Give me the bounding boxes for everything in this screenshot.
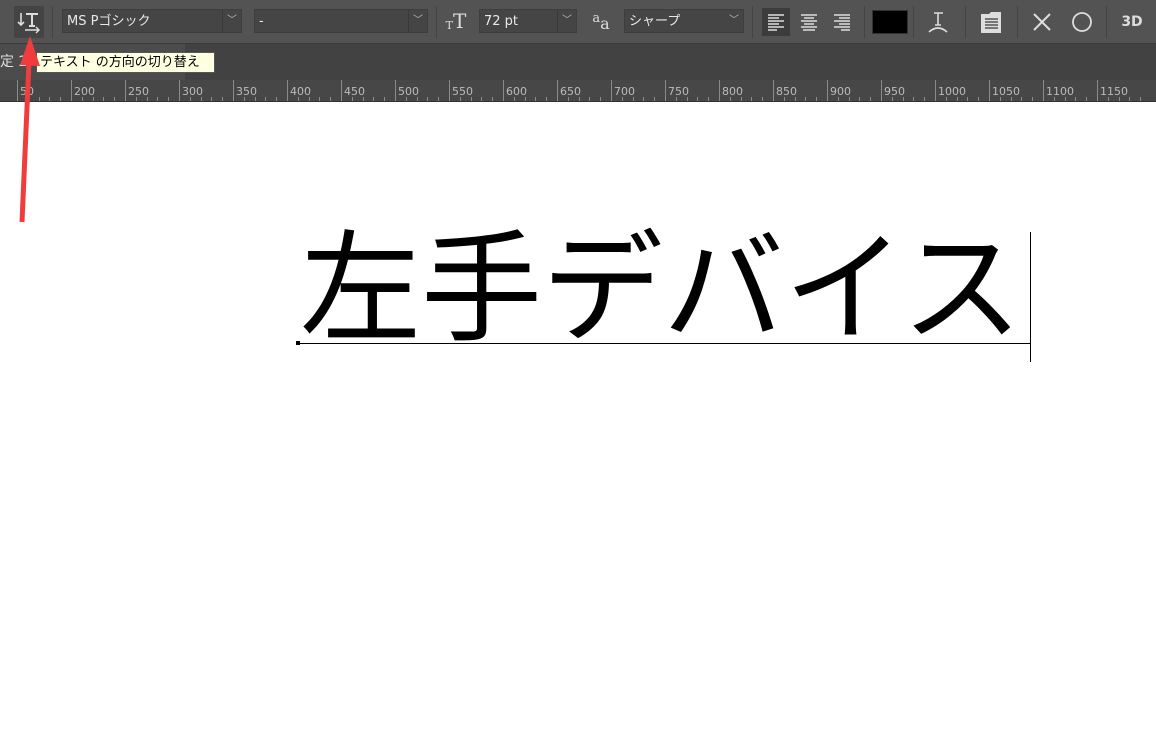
ruler-label: 1000 [938, 85, 966, 98]
ruler-tick [719, 80, 720, 101]
ruler-tick [1043, 80, 1044, 101]
chevron-down-icon: ﹀ [222, 10, 241, 32]
ruler-tick [233, 80, 234, 101]
text-cursor [1030, 232, 1031, 362]
ruler-tick [71, 80, 72, 101]
3d-button[interactable]: 3D [1118, 8, 1146, 36]
ruler-tick [665, 80, 666, 101]
antialias-value: シャープ [629, 14, 681, 29]
align-left-button[interactable] [762, 8, 790, 36]
antialias-select[interactable]: シャープ ﹀ [624, 9, 744, 33]
divider [1017, 6, 1018, 38]
font-family-select[interactable]: MS Pゴシック ﹀ [62, 9, 242, 33]
ruler-tick [341, 80, 342, 101]
ruler-label: 1150 [1100, 85, 1128, 98]
align-left-icon [768, 14, 784, 31]
align-center-icon [801, 14, 817, 31]
text-baseline [297, 343, 1030, 344]
canvas[interactable] [0, 101, 1156, 745]
3d-icon: 3D [1121, 14, 1143, 30]
ruler-tick [449, 80, 450, 101]
font-size-icon: TT [445, 9, 467, 33]
ruler-tick [1097, 80, 1098, 101]
ruler-tick [611, 80, 612, 101]
character-panel-button[interactable] [977, 8, 1005, 36]
divider [913, 6, 914, 38]
horizontal-ruler[interactable]: 50 200 250 300 350 400 450 500 550 600 650 700 750 80… [0, 80, 1156, 102]
antialias-icon: aa [592, 10, 610, 33]
ruler-tick [395, 80, 396, 101]
font-style-value: - [259, 14, 264, 29]
align-right-button[interactable] [828, 8, 856, 36]
commit-button[interactable] [1068, 8, 1096, 36]
ruler-tick [503, 80, 504, 101]
align-center-button[interactable] [795, 8, 823, 36]
ruler-tick [125, 80, 126, 101]
ruler-label: 1050 [992, 85, 1020, 98]
red-arrow-annotation [19, 36, 40, 223]
font-size-select[interactable]: 72 pt ﹀ [479, 9, 577, 33]
font-style-select[interactable]: - ﹀ [254, 9, 428, 33]
ruler-tick [557, 80, 558, 101]
ruler-tick [179, 80, 180, 101]
divider [1106, 6, 1107, 38]
ruler-tick [881, 80, 882, 101]
chevron-down-icon: ﹀ [408, 10, 427, 32]
baseline-anchor [296, 341, 300, 345]
divider [864, 6, 865, 38]
tooltip: テキスト の方向の切り替え [36, 52, 215, 73]
text-color-swatch[interactable] [872, 10, 908, 34]
options-bar: MS Pゴシック ﹀ - ﹀ TT 72 pt ﹀ aa シャープ ﹀ 3D [0, 0, 1156, 44]
ruler-tick [287, 80, 288, 101]
font-size-value: 72 pt [484, 14, 519, 29]
divider [436, 6, 437, 38]
ruler-label: 1100 [1046, 85, 1074, 98]
ruler-tick [773, 80, 774, 101]
ruler-tick [989, 80, 990, 101]
tooltip-text: テキスト の方向の切り替え [40, 55, 200, 70]
warp-text-icon [928, 12, 948, 33]
font-family-value: MS Pゴシック [67, 14, 151, 29]
divider [965, 6, 966, 38]
cancel-button[interactable] [1028, 8, 1056, 36]
chevron-down-icon: ﹀ [729, 15, 739, 26]
panel-icon [981, 12, 1001, 33]
align-right-icon [834, 14, 850, 31]
close-icon [1033, 13, 1051, 31]
ruler-tick [827, 80, 828, 101]
chevron-down-icon: ﹀ [557, 10, 576, 32]
circle-icon [1072, 12, 1092, 32]
ruler-tick [935, 80, 936, 101]
divider [752, 6, 753, 38]
warp-text-button[interactable] [924, 8, 952, 36]
